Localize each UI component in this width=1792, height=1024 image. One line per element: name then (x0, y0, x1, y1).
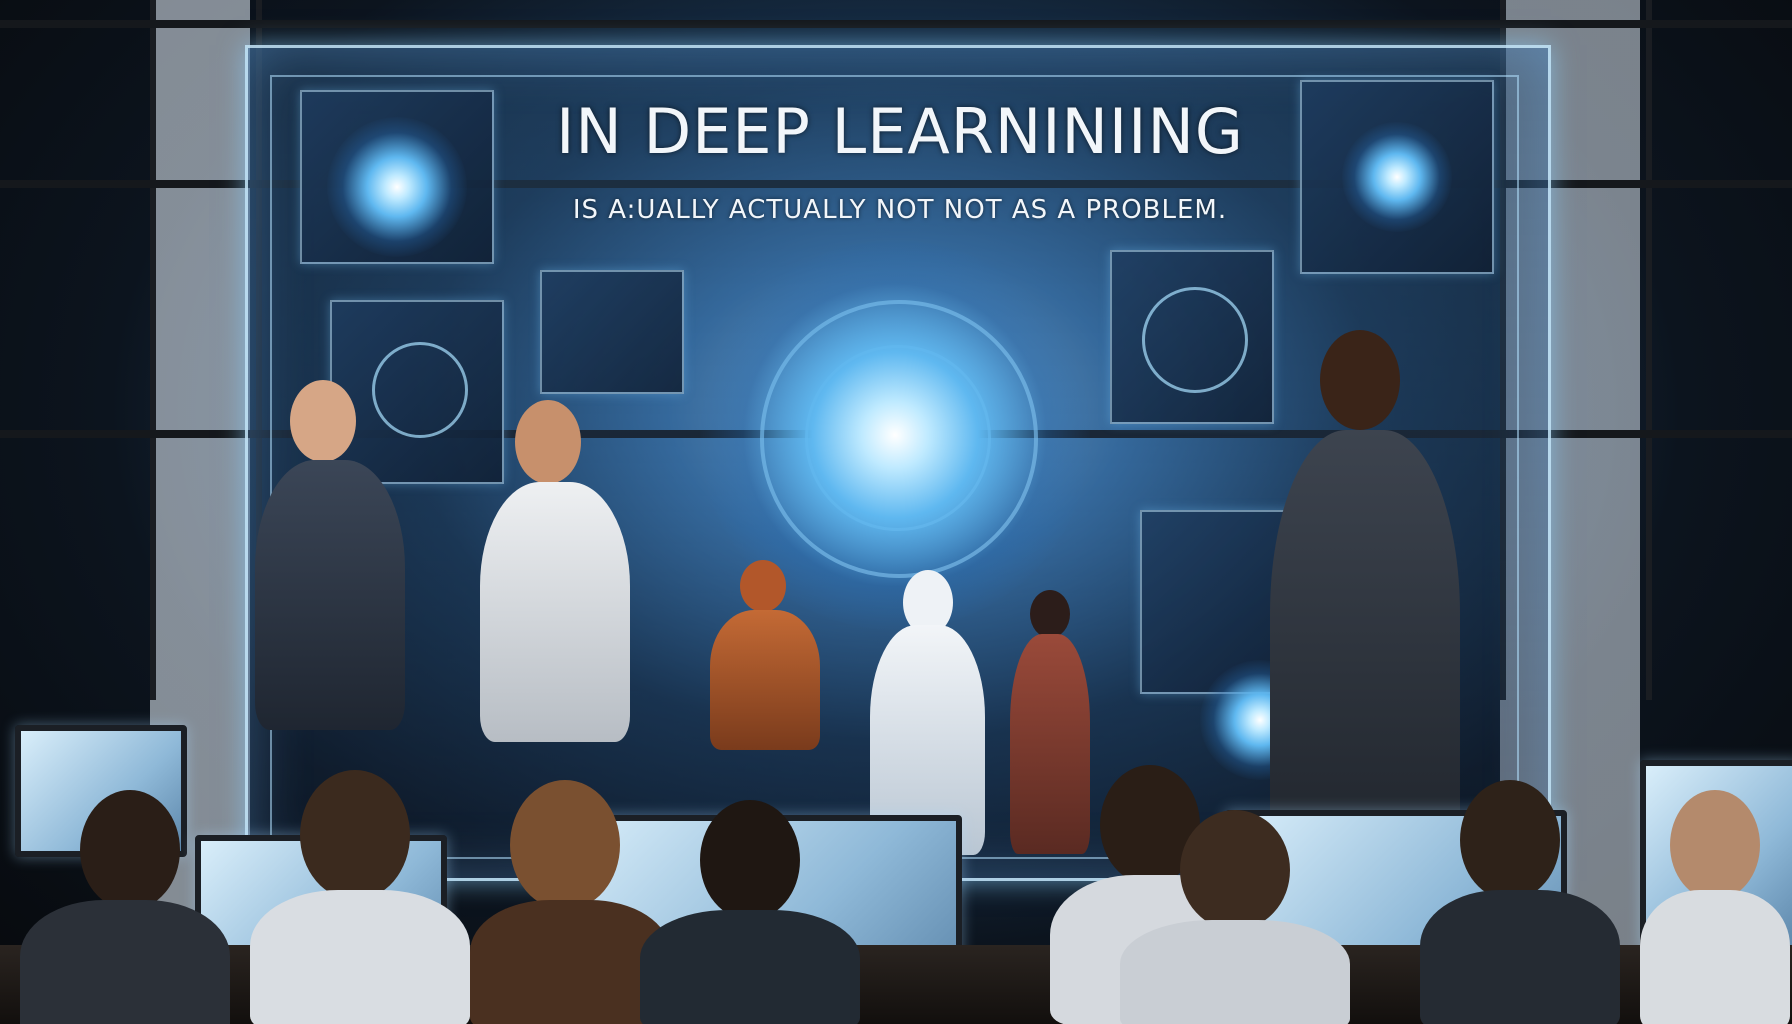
hologram-tile-circle (330, 300, 504, 484)
network-glow (1342, 122, 1452, 232)
subline-text: IS A:UALLY ACTUALLY NOT NOT AS A PROBLEM… (572, 195, 1228, 225)
scope-ring (1142, 287, 1248, 393)
hologram-tile-galaxy (300, 90, 494, 264)
circle-ring (372, 342, 468, 438)
office-scene: IN DEEP LEARNINIING IS A:UALLY ACTUALLY … (0, 0, 1792, 1024)
hologram-tile-nodes (540, 270, 684, 394)
ceiling-beam (0, 20, 1792, 28)
galaxy-glow (327, 117, 467, 257)
hologram-tile-scope (1110, 250, 1274, 424)
headline-text: IN DEEP LEARNINIING (556, 95, 1244, 168)
